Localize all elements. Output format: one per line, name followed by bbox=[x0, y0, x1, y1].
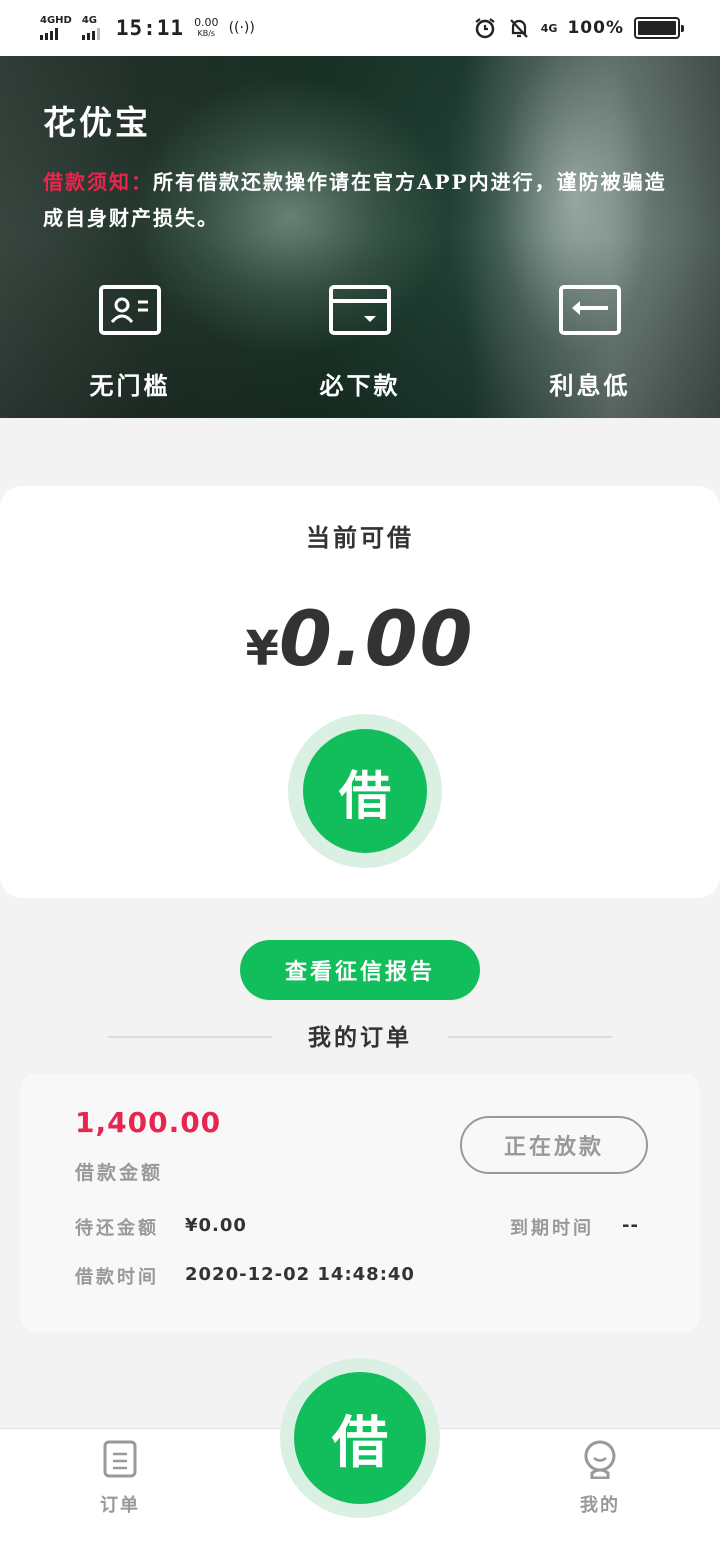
status-bar: 4GHD 4G 15:11 0.00 KB/s ((·)) 4G 100% bbox=[0, 0, 720, 56]
signal-sim2: 4G bbox=[81, 15, 100, 40]
available-amount-value: 0.00 bbox=[278, 594, 475, 683]
hotspot-icon: ((·)) bbox=[228, 20, 255, 36]
available-amount: ¥0.00 bbox=[0, 594, 720, 683]
signal-sim1: 4GHD bbox=[40, 16, 72, 40]
order-status-badge: 正在放款 bbox=[460, 1116, 648, 1174]
status-left: 4GHD 4G 15:11 0.00 KB/s ((·)) bbox=[40, 16, 255, 40]
pending-amount-value: ¥0.00 bbox=[185, 1215, 247, 1236]
nav-mine-label: 我的 bbox=[580, 1495, 620, 1516]
loan-time-value: 2020-12-02 14:48:40 bbox=[185, 1264, 415, 1285]
view-credit-report-button[interactable]: 查看征信报告 bbox=[240, 940, 480, 1000]
battery-percent: 100% bbox=[567, 18, 624, 38]
pending-amount-label: 待还金额 bbox=[75, 1218, 159, 1239]
orders-section-title: 我的订单 bbox=[308, 1024, 412, 1051]
notice-label: 借款须知： bbox=[43, 170, 153, 194]
due-date-label: 到期时间 bbox=[510, 1218, 594, 1239]
currency-symbol: ¥ bbox=[245, 621, 279, 677]
status-right: 4G 100% bbox=[473, 16, 684, 40]
loan-time-label: 借款时间 bbox=[75, 1267, 159, 1288]
feature-low-interest: 利息低 bbox=[500, 284, 680, 401]
return-arrow-icon bbox=[559, 285, 621, 335]
nav-orders-label: 订单 bbox=[100, 1495, 140, 1516]
id-card-icon bbox=[99, 285, 161, 335]
feature-no-threshold: 无门槛 bbox=[40, 284, 220, 401]
order-amount-label: 借款金额 bbox=[75, 1162, 164, 1184]
order-amount: 1,400.00 bbox=[75, 1106, 222, 1139]
hero-banner: 花优宝 借款须知：所有借款还款操作请在官方APP内进行，谨防被骗造成自身财产损失… bbox=[0, 56, 720, 418]
mute-bell-icon bbox=[509, 19, 528, 38]
battery-icon bbox=[634, 17, 684, 39]
profile-face-icon bbox=[584, 1440, 616, 1479]
borrow-button[interactable]: 借 bbox=[288, 714, 442, 868]
loan-notice: 借款须知：所有借款还款操作请在官方APP内进行，谨防被骗造成自身财产损失。 bbox=[43, 164, 683, 236]
network-speed-value: 0.00 bbox=[194, 16, 219, 29]
sim2-label: 4G bbox=[81, 15, 98, 26]
nav-mine[interactable]: 我的 bbox=[550, 1439, 650, 1517]
network-speed: 0.00 KB/s bbox=[194, 17, 219, 39]
feature-label: 利息低 bbox=[549, 371, 631, 400]
signal-bars-icon bbox=[81, 28, 100, 40]
loan-available-card: 当前可借 ¥0.00 借 bbox=[0, 486, 720, 898]
wallet-card-icon bbox=[329, 285, 391, 335]
alarm-icon bbox=[475, 18, 495, 39]
feature-guaranteed: 必下款 bbox=[270, 284, 450, 401]
clock: 15:11 bbox=[115, 16, 185, 40]
order-card[interactable]: 1,400.00 借款金额 正在放款 待还金额 ¥0.00 到期时间 -- 借款… bbox=[20, 1074, 700, 1332]
sim2-network-tag: 4G bbox=[540, 21, 558, 35]
due-date-value: -- bbox=[622, 1215, 639, 1236]
borrow-fab-label: 借 bbox=[294, 1372, 426, 1504]
sim1-label: 4GHD bbox=[40, 15, 72, 26]
orders-icon bbox=[103, 1440, 137, 1478]
feature-label: 无门槛 bbox=[89, 371, 171, 400]
network-speed-unit: KB/s bbox=[197, 29, 216, 38]
borrow-fab-button[interactable]: 借 bbox=[280, 1358, 440, 1518]
signal-bars-icon bbox=[40, 28, 58, 40]
app-title: 花优宝 bbox=[43, 103, 151, 142]
available-caption: 当前可借 bbox=[306, 523, 414, 552]
nav-orders[interactable]: 订单 bbox=[70, 1439, 170, 1517]
feature-label: 必下款 bbox=[319, 371, 401, 400]
borrow-button-label: 借 bbox=[303, 729, 427, 853]
